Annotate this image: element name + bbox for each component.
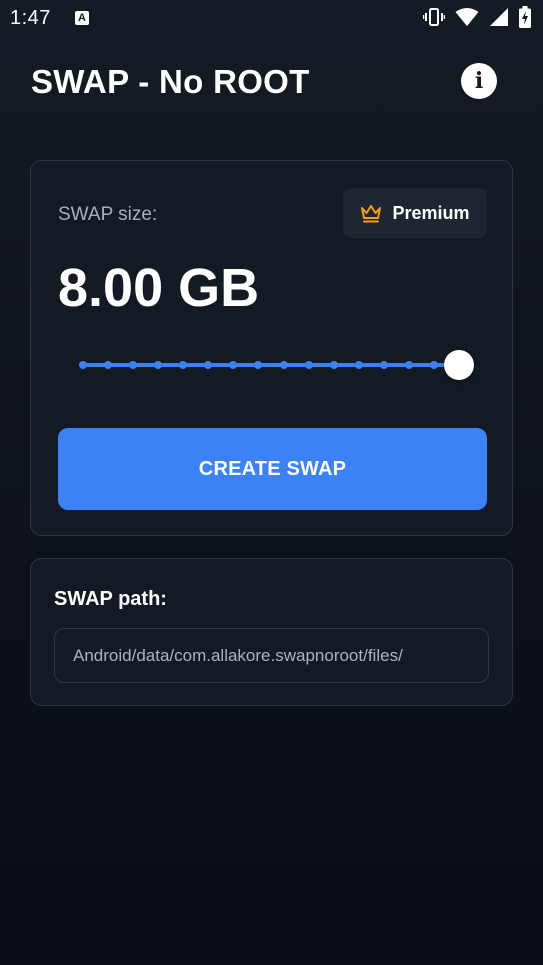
create-swap-label: CREATE SWAP	[198, 457, 347, 480]
create-swap-button[interactable]: CREATE SWAP	[58, 428, 487, 510]
swap-size-label: SWAP size:	[58, 204, 158, 225]
slider-step-dot	[429, 361, 438, 369]
notification-app-icon: A	[74, 11, 89, 25]
slider-step-dot	[304, 361, 313, 369]
info-icon: i	[474, 68, 484, 94]
slider-thumb[interactable]	[444, 350, 474, 380]
status-bar: 1:47 A	[0, 0, 543, 36]
slider-step-dot	[354, 361, 363, 369]
app-title: SWAP - No ROOT	[31, 63, 310, 100]
slider-step-dot	[254, 361, 263, 369]
premium-button[interactable]: Premium	[343, 188, 487, 238]
premium-label: Premium	[392, 202, 470, 223]
swap-size-card: SWAP size: Premium 8.00 GB CREATE SWAP	[30, 160, 513, 536]
slider-step-dot	[79, 361, 87, 369]
signal-icon	[490, 8, 508, 26]
swap-path-value: Android/data/com.allakore.swapnoroot/fil…	[73, 645, 403, 665]
slider-step-dot	[279, 361, 288, 369]
slider-step-dot	[104, 361, 113, 369]
slider-step-dot	[204, 361, 213, 369]
status-icons	[423, 6, 531, 28]
slider-step-dot	[404, 361, 413, 369]
slider-track	[83, 363, 459, 367]
slider-step-dot	[229, 361, 238, 369]
battery-charging-icon	[519, 6, 531, 28]
info-button[interactable]: i	[461, 63, 497, 99]
swap-path-field[interactable]: Android/data/com.allakore.swapnoroot/fil…	[54, 628, 489, 683]
slider-step-dot	[129, 361, 138, 369]
status-time: 1:47	[10, 6, 51, 29]
swap-path-card: SWAP path: Android/data/com.allakore.swa…	[30, 558, 513, 706]
swap-path-label: SWAP path:	[54, 588, 167, 610]
wifi-icon	[455, 8, 479, 26]
slider-step-dot	[154, 361, 163, 369]
crown-icon	[361, 205, 382, 223]
slider-step-dot	[179, 361, 188, 369]
slider-step-dot	[379, 361, 388, 369]
swap-size-value: 8.00 GB	[58, 258, 260, 318]
swap-size-slider[interactable]	[77, 347, 474, 383]
slider-step-dot	[329, 361, 338, 369]
vibrate-icon	[423, 8, 445, 26]
